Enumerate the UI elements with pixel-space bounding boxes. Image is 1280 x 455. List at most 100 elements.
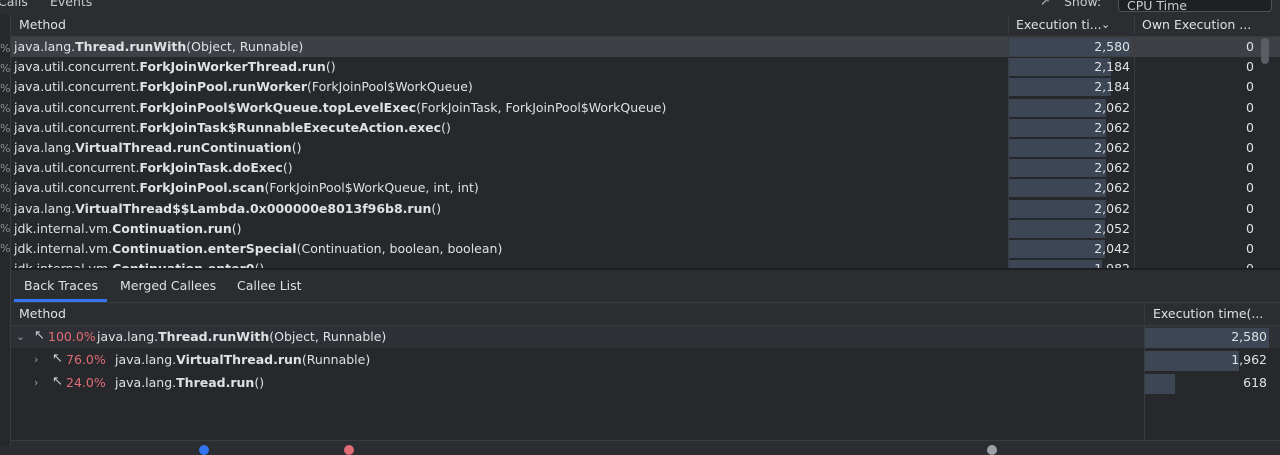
column-divider[interactable]: [1134, 16, 1135, 34]
method-class: Thread.runWith: [158, 329, 270, 344]
back-traces-tree: Method Execution time(... ⌄ ↖ 100.0% java.l…: [11, 303, 1280, 440]
column-method[interactable]: Method: [19, 17, 66, 32]
tab-merged-callees[interactable]: Merged Callees: [120, 278, 216, 293]
percent-mark: %: [0, 242, 11, 255]
method-package: java.util.concurrent.: [14, 180, 140, 196]
back-trace-arrow-icon: ↖: [52, 374, 63, 389]
method-package: java.util.concurrent.: [14, 59, 140, 75]
table-row[interactable]: java.util.concurrent.ForkJoinPool$WorkQu…: [11, 98, 1280, 118]
percent-mark: %: [0, 142, 11, 155]
percent-mark: %: [0, 222, 11, 235]
column-execution-time[interactable]: Execution time(...: [1153, 306, 1263, 321]
table-row[interactable]: jdk.internal.vm.Continuation.run() 2,052 0: [11, 219, 1280, 239]
left-gutter: %%%%%%%%%%%: [0, 14, 11, 447]
execution-time-value: 2,062: [1094, 140, 1130, 155]
table-row[interactable]: java.lang.Thread.runWith(Object, Runnabl…: [11, 37, 1280, 57]
method-name: java.lang.Thread.run(): [115, 375, 264, 390]
method-signature: (ForkJoinPool$WorkQueue, int, int): [264, 180, 479, 196]
method-table: Method Execution ti... ⌄ Own Execution .…: [11, 14, 1280, 268]
table-row[interactable]: java.util.concurrent.ForkJoinPool.scan(F…: [11, 178, 1280, 198]
own-execution-value: 0: [1246, 59, 1254, 75]
chevron-down-icon[interactable]: ⌄: [1101, 18, 1110, 31]
method-package: java.util.concurrent.: [14, 160, 140, 176]
percent-mark: %: [0, 182, 11, 195]
chevron-down-icon[interactable]: ⌄: [16, 330, 26, 343]
percent-mark: %: [0, 82, 11, 95]
method-package: java.lang.: [115, 352, 177, 367]
percent-mark: %: [0, 62, 11, 75]
method-signature: (): [254, 375, 265, 390]
own-execution-value: 0: [1246, 99, 1254, 115]
method-signature: (Object, Runnable): [269, 329, 387, 344]
execution-time-value: 2,062: [1094, 99, 1130, 115]
method-signature: (Object, Runnable): [186, 39, 304, 54]
expand-icon[interactable]: ↗: [1040, 0, 1050, 8]
percent-mark: %: [0, 102, 11, 115]
show-dropdown[interactable]: CPU Time: [1118, 0, 1272, 13]
method-class: Continuation.run: [112, 220, 232, 236]
method-package: jdk.internal.vm.: [14, 261, 112, 268]
method-name: java.lang.VirtualThread$$Lambda.0x000000…: [14, 201, 441, 216]
own-execution-value: 0: [1246, 140, 1254, 155]
execution-time-value: 1,962: [1231, 352, 1267, 367]
column-line: [1134, 36, 1135, 268]
own-execution-value: 0: [1246, 241, 1254, 256]
method-name: java.lang.VirtualThread.run(Runnable): [115, 352, 370, 367]
method-class: ForkJoinPool.runWorker: [139, 79, 307, 95]
execution-time-value: 2,580: [1094, 39, 1130, 54]
own-execution-value: 0: [1246, 220, 1254, 236]
percent-mark: %: [0, 202, 11, 215]
tab-callee-list[interactable]: Callee List: [237, 278, 302, 293]
chevron-right-icon[interactable]: ›: [34, 353, 44, 366]
method-package: java.lang.: [14, 200, 76, 216]
method-class: Thread.run: [176, 375, 255, 390]
table-row[interactable]: java.util.concurrent.ForkJoinTask$Runnab…: [11, 118, 1280, 138]
method-signature: (ForkJoinPool$WorkQueue): [307, 79, 473, 95]
method-class: ForkJoinTask.doExec: [139, 160, 283, 176]
tab-back-traces[interactable]: Back Traces: [24, 278, 98, 293]
method-name: java.util.concurrent.ForkJoinPool.scan(F…: [14, 180, 479, 195]
method-class: VirtualThread.runContinuation: [75, 140, 292, 155]
method-signature: (): [325, 59, 336, 75]
method-class: Thread.runWith: [75, 39, 187, 54]
tree-row[interactable]: › ↖ 76.0% java.lang.VirtualThread.run(Runna…: [11, 349, 1280, 371]
column-divider[interactable]: [1144, 305, 1145, 323]
method-package: java.lang.: [115, 375, 177, 390]
method-name: java.lang.VirtualThread.runContinuation(…: [14, 140, 301, 155]
execution-time-value: 2,184: [1094, 59, 1130, 75]
column-method[interactable]: Method: [19, 306, 66, 321]
method-package: java.lang.: [14, 39, 76, 54]
show-label: Show:: [1064, 0, 1102, 9]
table-row[interactable]: java.util.concurrent.ForkJoinPool.runWor…: [11, 77, 1280, 97]
execution-time-value: 1,982: [1008, 261, 1130, 268]
percentage-label: 76.0%: [66, 352, 106, 367]
vertical-scrollbar[interactable]: [1261, 38, 1269, 64]
tab-calls[interactable]: Calls: [0, 0, 28, 9]
detail-tabs: Back Traces Merged Callees Callee List: [11, 270, 1280, 303]
execution-time-value: 2,184: [1094, 79, 1130, 95]
column-own-execution[interactable]: Own Execution ...: [1142, 17, 1251, 32]
tab-events[interactable]: Events: [50, 0, 92, 9]
table-row[interactable]: java.lang.VirtualThread.runContinuation(…: [11, 138, 1280, 158]
percent-mark: %: [0, 122, 11, 135]
method-signature: (ForkJoinTask, ForkJoinPool$WorkQueue): [416, 99, 667, 115]
table-row[interactable]: java.util.concurrent.ForkJoinWorkerThrea…: [11, 57, 1280, 77]
chevron-right-icon[interactable]: ›: [34, 376, 44, 389]
table-row[interactable]: jdk.internal.vm.Continuation.enterSpecia…: [11, 239, 1280, 259]
column-execution-time[interactable]: Execution ti...: [1016, 17, 1102, 32]
table-row[interactable]: jdk.internal.vm.Continuation.enter0() 1,9…: [11, 259, 1280, 268]
method-signature: (): [431, 200, 442, 216]
top-toolbar: Calls Events ↗ Show: CPU Time: [0, 0, 1280, 14]
own-execution-value: 0: [1246, 79, 1254, 95]
method-class: VirtualThread.run: [176, 352, 302, 367]
table-row[interactable]: java.util.concurrent.ForkJoinTask.doExec…: [11, 158, 1280, 178]
own-execution-value: 0: [1246, 180, 1254, 196]
column-divider[interactable]: [1008, 16, 1009, 34]
method-signature: (Continuation, boolean, boolean): [296, 241, 503, 256]
execution-time-value: 2,580: [1231, 329, 1267, 344]
method-package: java.lang.: [97, 329, 159, 344]
method-name: java.util.concurrent.ForkJoinWorkerThrea…: [14, 59, 336, 74]
tree-row[interactable]: › ↖ 24.0% java.lang.Thread.run() 618: [11, 372, 1280, 394]
table-row[interactable]: java.lang.VirtualThread$$Lambda.0x000000…: [11, 199, 1280, 219]
tree-row[interactable]: ⌄ ↖ 100.0% java.lang.Thread.runWith(Object,…: [11, 326, 1280, 348]
